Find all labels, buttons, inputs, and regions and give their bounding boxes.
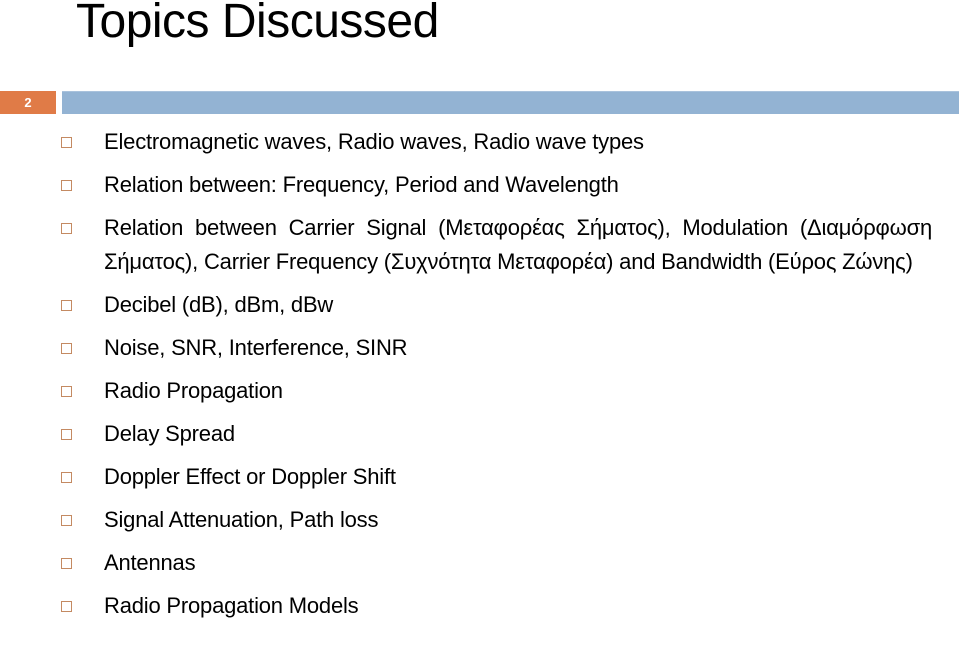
topic-list-item: Electromagnetic waves, Radio waves, Radi… <box>0 125 932 159</box>
topic-text: Radio Propagation Models <box>104 593 359 618</box>
topic-list-item: Noise, SNR, Interference, SINR <box>0 331 932 365</box>
topic-list-item: Signal Attenuation, Path loss <box>0 503 932 537</box>
topic-text: Delay Spread <box>104 421 235 446</box>
hollow-square-bullet-icon <box>61 601 72 612</box>
topic-list: Electromagnetic waves, Radio waves, Radi… <box>0 125 959 632</box>
topic-list-item: Decibel (dB), dBm, dBw <box>0 288 932 322</box>
slide-page-number: 2 <box>0 91 56 114</box>
topic-text: Electromagnetic waves, Radio waves, Radi… <box>104 129 644 154</box>
hollow-square-bullet-icon <box>61 429 72 440</box>
topic-list-item: Relation between: Frequency, Period and … <box>0 168 932 202</box>
topic-list-item: Relation between Carrier Signal (Μεταφορ… <box>0 211 932 279</box>
hollow-square-bullet-icon <box>61 300 72 311</box>
hollow-square-bullet-icon <box>61 137 72 148</box>
topic-list-item: Radio Propagation <box>0 374 932 408</box>
hollow-square-bullet-icon <box>61 180 72 191</box>
topic-text: Signal Attenuation, Path loss <box>104 507 379 532</box>
topic-list-item: Antennas <box>0 546 932 580</box>
topic-text: Antennas <box>104 550 196 575</box>
slide-title: Topics Discussed <box>76 0 439 48</box>
hollow-square-bullet-icon <box>61 472 72 483</box>
topic-text: Noise, SNR, Interference, SINR <box>104 335 408 360</box>
topic-text: Doppler Effect or Doppler Shift <box>104 464 396 489</box>
topic-list-item: Doppler Effect or Doppler Shift <box>0 460 932 494</box>
topic-text: Relation between: Frequency, Period and … <box>104 172 619 197</box>
hollow-square-bullet-icon <box>61 386 72 397</box>
hollow-square-bullet-icon <box>61 343 72 354</box>
topic-text: Radio Propagation <box>104 378 283 403</box>
topic-text: Decibel (dB), dBm, dBw <box>104 292 334 317</box>
topic-text: Relation between Carrier Signal (Μεταφορ… <box>104 215 932 274</box>
topic-list-item: Radio Propagation Models <box>0 589 932 623</box>
hollow-square-bullet-icon <box>61 223 72 234</box>
header-decorative-bar <box>62 91 959 114</box>
hollow-square-bullet-icon <box>61 558 72 569</box>
topic-list-item: Delay Spread <box>0 417 932 451</box>
hollow-square-bullet-icon <box>61 515 72 526</box>
